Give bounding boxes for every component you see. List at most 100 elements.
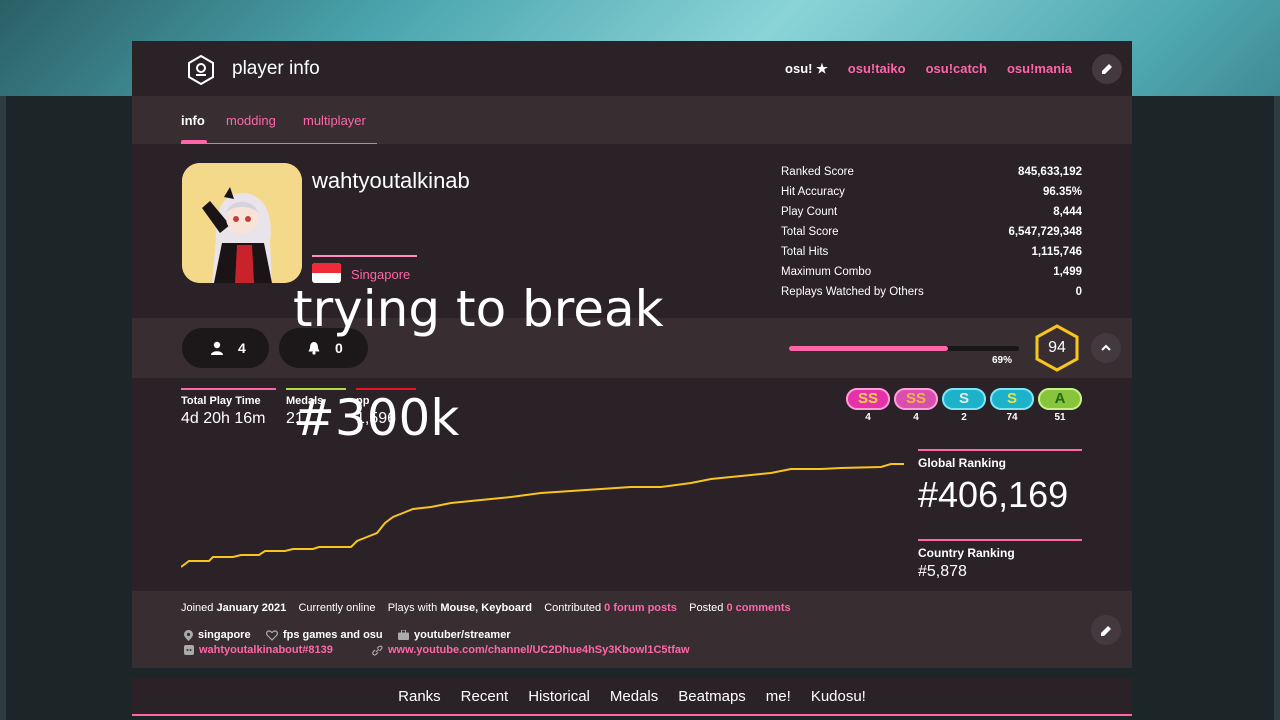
- mode-osu-taiko[interactable]: osu!taiko: [848, 61, 906, 76]
- play-time-line: [181, 388, 276, 390]
- occupation-item: youtuber/streamer: [398, 629, 511, 641]
- overlay-caption-line2: #300k: [293, 389, 460, 447]
- country-ranking-value: #5,878: [918, 563, 967, 580]
- profile-panel: player info osu! ★ osu!taiko osu!catch o…: [132, 41, 1132, 668]
- comments-link[interactable]: 0 comments: [726, 602, 790, 614]
- online-status: Currently online: [298, 602, 376, 614]
- grade-counts: SS 4 SS 4 S2 S 74 A 51: [846, 388, 1086, 423]
- collapse-button[interactable]: [1091, 333, 1121, 363]
- nav-historical[interactable]: Historical: [528, 688, 590, 705]
- level-value: 94: [1048, 339, 1066, 356]
- nav-beatmaps[interactable]: Beatmaps: [678, 688, 746, 705]
- stat-label: Hit Accuracy: [781, 186, 845, 198]
- chevron-up-icon: [1101, 344, 1111, 351]
- global-ranking-value: #406,169: [918, 474, 1069, 515]
- stat-row: Total Score 6,547,729,348: [781, 222, 1082, 242]
- nav-me[interactable]: me!: [766, 688, 791, 705]
- followers-count: 4: [238, 340, 246, 356]
- mode-osu[interactable]: osu! ★: [785, 61, 828, 77]
- interests-item: fps games and osu: [266, 629, 383, 641]
- avatar[interactable]: [182, 163, 302, 283]
- grade-s: S 74: [990, 388, 1034, 423]
- website-link[interactable]: www.youtube.com/channel/UC2Dhue4hSy3Kbow…: [388, 644, 690, 656]
- grade-s-silver: S2: [942, 388, 986, 423]
- edit-header-button[interactable]: [1092, 53, 1122, 84]
- level-progress-label: 69%: [992, 355, 1013, 366]
- profile-meta-line: Joined January 2021 Currently online Pla…: [181, 602, 791, 614]
- location-pin-icon: [184, 629, 193, 641]
- player-info-icon: [188, 55, 214, 85]
- plays-prefix: Plays with: [387, 602, 438, 614]
- stat-row: Hit Accuracy 96.35%: [781, 182, 1082, 202]
- stat-row: Play Count 8,444: [781, 202, 1082, 222]
- stat-value: 1,499: [1053, 266, 1082, 278]
- page-edge-left: [0, 96, 6, 720]
- link-icon: [372, 645, 383, 656]
- grade-badge: SS: [894, 388, 938, 410]
- stat-value: 6,547,729,348: [1008, 226, 1082, 238]
- tabs-divider: [181, 143, 377, 144]
- discord-item: wahtyoutalkinabout#8139: [184, 644, 333, 656]
- pencil-icon: [1101, 64, 1112, 74]
- subscribers-count: 0: [335, 340, 343, 356]
- website-item: www.youtube.com/channel/UC2Dhue4hSy3Kbow…: [372, 644, 690, 656]
- stats-table: Ranked Score 845,633,192 Hit Accuracy 96.3…: [781, 162, 1082, 302]
- pencil-icon: [1100, 625, 1111, 636]
- mode-osu-label: osu!: [785, 60, 813, 76]
- location-item: singapore: [184, 629, 251, 641]
- profile-tabs: info modding multiplayer: [132, 96, 1132, 144]
- nav-ranks[interactable]: Ranks: [398, 688, 441, 705]
- nav-medals[interactable]: Medals: [610, 688, 658, 705]
- grade-ss: SS 4: [894, 388, 938, 423]
- stat-value: 0: [1075, 286, 1082, 298]
- grade-badge: SS: [846, 388, 890, 410]
- briefcase-icon: [398, 630, 409, 640]
- nav-recent[interactable]: Recent: [461, 688, 509, 705]
- stat-value: 8,444: [1053, 206, 1082, 218]
- section-nav: Ranks Recent Historical Medals Beatmaps …: [132, 678, 1132, 716]
- grade-badge: S: [990, 388, 1034, 410]
- discord-icon: [184, 645, 194, 655]
- nav-kudosu[interactable]: Kudosu!: [811, 688, 866, 705]
- country-ranking-label: Country Ranking: [918, 546, 1015, 560]
- user-icon: [211, 341, 223, 355]
- grade-count: 74: [1006, 412, 1018, 423]
- tab-multiplayer[interactable]: multiplayer: [303, 113, 366, 128]
- grade-a: A 51: [1038, 388, 1082, 423]
- tab-info[interactable]: info: [181, 113, 205, 128]
- stat-value: 1,115,746: [1031, 246, 1082, 258]
- interests-text: fps games and osu: [283, 629, 383, 641]
- forum-posts-link[interactable]: 0 forum posts: [604, 602, 677, 614]
- grade-count: 51: [1054, 412, 1066, 423]
- level-progress-fill: [789, 346, 948, 351]
- country-ranking: Country Ranking #5,878: [918, 539, 1082, 581]
- profile-header: player info osu! ★ osu!taiko osu!catch o…: [132, 41, 1132, 96]
- rank-history-graph[interactable]: [181, 451, 904, 571]
- stat-label: Total Score: [781, 226, 839, 238]
- followers-button[interactable]: 4: [182, 328, 269, 368]
- grade-count: 2: [961, 412, 967, 423]
- mode-osu-mania[interactable]: osu!mania: [1007, 61, 1072, 76]
- stat-value: 845,633,192: [1018, 166, 1082, 178]
- tab-modding[interactable]: modding: [226, 113, 276, 128]
- location-text: singapore: [198, 629, 251, 641]
- stat-label: Replays Watched by Others: [781, 286, 924, 298]
- page-edge-right: [1274, 96, 1280, 720]
- country-ranking-line: [918, 539, 1082, 541]
- stat-row: Replays Watched by Others 0: [781, 282, 1082, 302]
- edit-footer-button[interactable]: [1091, 615, 1121, 645]
- overlay-caption-line1: trying to break: [293, 280, 664, 338]
- mode-osu-catch[interactable]: osu!catch: [926, 61, 987, 76]
- stat-value: 96.35%: [1042, 186, 1082, 198]
- profile-footer: Joined January 2021 Currently online Pla…: [132, 591, 1132, 668]
- username: wahtyoutalkinab: [312, 168, 470, 193]
- joined-date: January 2021: [216, 602, 287, 614]
- discord-link[interactable]: wahtyoutalkinabout#8139: [199, 644, 333, 656]
- stat-row: Maximum Combo 1,499: [781, 262, 1082, 282]
- grade-count: 4: [865, 412, 871, 423]
- grade-count: 4: [913, 412, 919, 423]
- page-title: player info: [232, 58, 320, 79]
- plays-with: Mouse, Keyboard: [440, 602, 532, 614]
- posted-prefix: Posted: [689, 602, 724, 614]
- global-ranking-line: [918, 449, 1082, 451]
